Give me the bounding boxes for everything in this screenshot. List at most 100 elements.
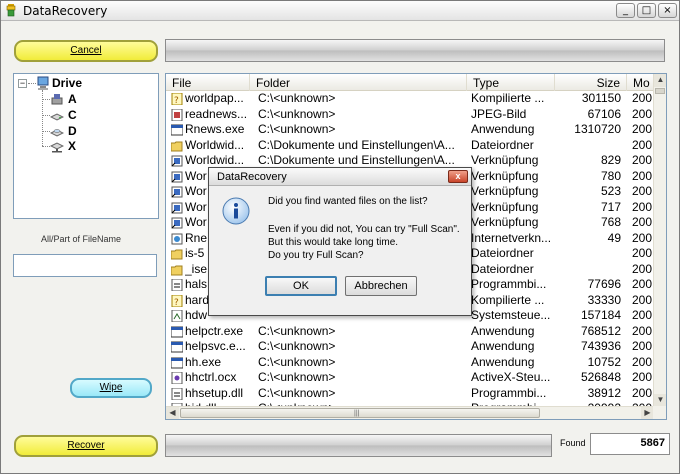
dialog-line-3: But this would take long time. [268,237,399,248]
tree-drive-c[interactable]: C [68,108,77,122]
wipe-button-label: Wipe [99,382,123,393]
size-cell: 10752 [587,354,621,369]
size-cell: 157184 [580,308,621,322]
computer-icon [37,76,49,90]
dll-file-icon [171,279,183,291]
abbrechen-button[interactable]: Abbrechen [345,276,417,296]
filename-filter-input[interactable] [13,254,157,277]
ok-button[interactable]: OK [265,276,337,296]
column-header-size[interactable]: Size [555,74,627,91]
modified-cell: 200 [632,370,653,384]
drive-tree[interactable]: − Drive A C D X [13,73,159,219]
file-row[interactable]: Rnews.exe C:\<unknown> Anwendung 1310720 200 [166,122,654,138]
vertical-scrollbar[interactable]: ▲ ▼ [653,74,666,407]
file-row[interactable]: Worldwid... C:\Dokumente und Einstellunge… [166,138,654,154]
maximize-button[interactable]: □ [637,3,656,18]
horizontal-scroll-thumb[interactable]: ||| [180,408,666,418]
folder-cell: C:\Dokumente und Einstellungen\A... [258,137,455,152]
file-row[interactable]: readnews... C:\<unknown> JPEG-Bild 67106 200 [166,107,654,123]
image-file-icon [171,108,183,121]
dialog-close-button[interactable]: x [448,170,468,183]
dll-file-icon [171,387,183,400]
size-cell: 780 [600,168,621,183]
horizontal-scrollbar[interactable]: ◀ ||| ▶ [166,406,654,419]
folder-cell: C:\<unknown> [258,385,336,400]
size-cell: 743936 [580,339,621,353]
modified-cell: 200 [632,153,653,167]
file-name-cell: hhsetup.dll [185,385,244,400]
folder-cell: C:\<unknown> [258,354,336,369]
floppy-drive-icon [51,94,63,105]
tree-drive-d[interactable]: D [68,124,77,138]
recover-button-label: Recover [67,440,105,451]
file-row[interactable]: ? worldpap... C:\<unknown> Kompilierte ... 3… [166,91,654,107]
vertical-scroll-thumb[interactable] [655,88,665,94]
folder-cell: C:\<unknown> [258,323,336,338]
dialog-title-bar: DataRecovery x [209,168,471,186]
close-button[interactable]: × [658,3,677,18]
info-icon [222,197,250,225]
type-cell: Dateiordner [471,137,534,152]
modified-cell: 200 [632,91,653,105]
file-row[interactable]: hhctrl.ocx C:\<unknown> ActiveX-Steu... 526… [166,370,654,386]
modified-cell: 200 [632,184,653,198]
size-cell: 49 [607,230,621,245]
type-cell: Anwendung [471,339,535,353]
tree-drive-x[interactable]: X [68,139,76,153]
type-cell: Anwendung [471,354,535,369]
list-header: File Folder Type Size Mo [166,74,654,91]
shortcut-file-icon [171,186,183,198]
scroll-up-button[interactable]: ▲ [654,74,666,87]
modified-cell: 200 [632,230,653,245]
type-cell: Kompilierte ... [471,292,545,307]
shortcut-file-icon [171,217,183,229]
folder-icon [171,265,183,275]
dialog-line-2: Even if you did not, You can try "Full S… [268,224,460,235]
tree-root-label[interactable]: Drive [52,76,82,90]
column-header-modified[interactable]: Mo [627,74,654,91]
cd-drive-icon [50,129,64,137]
window-title: DataRecovery [23,4,108,18]
tree-drive-a[interactable]: A [68,92,77,106]
folder-icon [171,249,183,260]
modified-cell: 200 [632,215,653,229]
modified-cell: 200 [632,168,653,183]
shortcut-file-icon [171,202,183,213]
help-file-icon: ? [171,294,183,307]
column-header-file[interactable]: File [166,74,250,91]
file-name-cell: hh.exe [185,354,222,369]
modified-cell: 200 [632,354,653,369]
file-row[interactable]: helpctr.exe C:\<unknown> Anwendung 768512 20… [166,324,654,340]
minimize-button[interactable]: _ [616,3,635,18]
modified-cell: 200 [632,261,653,276]
modified-cell: 200 [632,122,653,136]
type-cell: Dateiordner [471,246,534,260]
type-cell: Dateiordner [471,261,534,276]
folder-cell: C:\Dokumente und Einstellungen\A... [258,153,455,167]
file-row[interactable]: hhsetup.dll C:\<unknown> Programmbi... 3891… [166,386,654,402]
recover-progress-bar [165,434,552,457]
file-name-cell: helpsvc.e... [185,339,246,353]
column-header-type[interactable]: Type [467,74,555,91]
file-name-cell: worldpap... [185,91,244,105]
type-cell: Verknüpfung [471,168,539,183]
wipe-button[interactable]: Wipe [70,378,152,398]
scroll-left-button[interactable]: ◀ [166,407,179,419]
column-header-folder[interactable]: Folder [250,74,467,91]
size-cell: 768512 [580,323,621,338]
scroll-corner [653,406,666,419]
modified-cell: 200 [632,199,653,214]
tree-collapse-toggle[interactable]: − [18,79,27,88]
recover-button[interactable]: Recover [14,435,158,457]
type-cell: Kompilierte ... [471,91,545,105]
shortcut-file-icon [171,171,183,182]
size-cell: 33330 [587,292,621,307]
size-cell: 717 [600,199,621,214]
app-icon [6,4,16,17]
type-cell: Internetverkn... [471,230,552,245]
file-name-cell: helpctr.exe [185,323,244,338]
file-row[interactable]: helpsvc.e... C:\<unknown> Anwendung 743936 2… [166,339,654,355]
cancel-button[interactable]: Cancel [14,40,158,62]
file-row[interactable]: hh.exe C:\<unknown> Anwendung 10752 200 [166,355,654,371]
modified-cell: 200 [632,292,653,307]
